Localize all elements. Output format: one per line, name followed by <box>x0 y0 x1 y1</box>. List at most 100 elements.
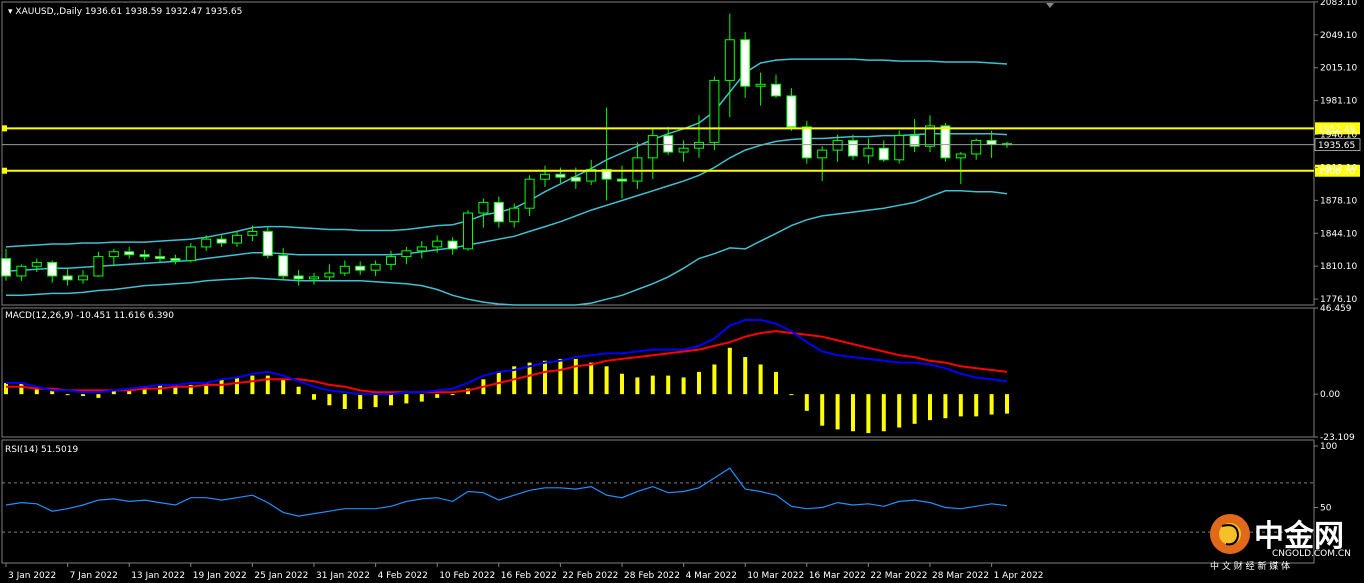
date-tick-label: 22 Feb 2022 <box>562 571 618 581</box>
macd-histogram-bar <box>4 383 8 395</box>
candle-body <box>955 153 966 159</box>
candle-body <box>155 256 165 260</box>
watermark-site: CNGOLD.COM.CN <box>1272 549 1351 559</box>
macd-histogram-bar <box>620 373 624 395</box>
macd-histogram-bar <box>604 366 609 395</box>
dropdown-triangle-icon: ▾ <box>8 7 13 17</box>
candle-body <box>678 147 689 153</box>
watermark-slogan: 中 文 财 经 新 媒 体 <box>1210 560 1290 572</box>
candle-body <box>31 261 42 267</box>
candle-body <box>386 256 396 265</box>
macd-histogram-bar <box>65 394 70 396</box>
candle-body <box>47 261 58 277</box>
macd-header: MACD(12,26,9) -10.451 11.616 6.390 <box>5 311 174 321</box>
macd-histogram-bar <box>928 394 932 421</box>
macd-histogram-bar <box>974 394 979 417</box>
candle-body <box>817 149 828 159</box>
candle-body <box>647 135 658 159</box>
macd-histogram-bar <box>727 347 732 395</box>
macd-histogram-bar <box>250 375 255 395</box>
macd-histogram-bar <box>435 394 440 398</box>
price-tick-label: 2049.10 <box>1320 31 1357 41</box>
candle-body <box>339 265 350 274</box>
candle-body <box>1 258 11 277</box>
candle-body <box>93 256 104 277</box>
candle-body <box>262 230 273 257</box>
candle-body <box>524 178 535 209</box>
candle-body <box>771 83 781 97</box>
date-tick-label: 25 Jan 2022 <box>254 571 308 581</box>
macd-histogram-bar <box>19 383 24 395</box>
macd-histogram-bar <box>296 386 301 395</box>
candle-body <box>293 275 304 280</box>
candle-body <box>663 135 674 153</box>
macd-histogram-bar <box>758 364 763 395</box>
macd-histogram-bar <box>697 371 701 395</box>
candle-body <box>786 95 797 128</box>
date-tick-label: 28 Feb 2022 <box>624 571 680 581</box>
macd-histogram-bar <box>943 394 948 419</box>
macd-histogram-bar <box>389 394 393 406</box>
date-tick-label: 16 Mar 2022 <box>809 571 866 581</box>
candle-body <box>78 275 88 281</box>
date-tick-label: 22 Mar 2022 <box>870 571 927 581</box>
date-tick-label: 16 Feb 2022 <box>501 571 557 581</box>
macd-histogram-bar <box>989 394 994 415</box>
candle-body <box>170 258 181 261</box>
macd-histogram-bar <box>543 360 547 395</box>
candle-body <box>201 238 212 248</box>
candle-body <box>124 251 135 256</box>
date-tick-label: 4 Feb 2022 <box>378 571 428 581</box>
candle-body <box>878 147 889 161</box>
macd-histogram-bar <box>373 394 378 408</box>
level-handle <box>2 167 7 174</box>
chart-background <box>0 0 1364 583</box>
candle-body <box>848 139 858 157</box>
date-tick-label: 1 Apr 2022 <box>994 571 1044 581</box>
macd-histogram-bar <box>789 394 794 396</box>
candle-body <box>278 255 289 277</box>
date-tick-label: 13 Jan 2022 <box>131 571 185 581</box>
candle-body <box>416 246 427 252</box>
macd-histogram-bar <box>897 394 902 428</box>
candle-body <box>62 275 73 281</box>
macd-histogram-bar <box>774 371 778 395</box>
macd-histogram-bar <box>650 375 655 395</box>
macd-histogram-bar <box>820 394 825 426</box>
candle-body <box>509 207 520 223</box>
macd-histogram-bar <box>851 394 855 432</box>
macd-histogram-bar <box>419 394 424 402</box>
candle-body <box>463 212 473 250</box>
candle-body <box>555 173 566 178</box>
candle-body <box>216 238 227 244</box>
price-tick-label: 1981.10 <box>1320 97 1357 107</box>
macd-histogram-bar <box>450 394 455 396</box>
macd-histogram-bar <box>81 394 85 397</box>
macd-histogram-bar <box>281 379 286 395</box>
candle-body <box>740 39 751 87</box>
candle-body <box>632 157 643 182</box>
macd-histogram-bar <box>866 394 871 434</box>
level-handle <box>2 125 7 132</box>
symbol-header: ▾ XAUUSD,,Daily 1936.61 1938.59 1932.47 … <box>8 7 242 17</box>
macd-histogram-bar <box>358 394 363 409</box>
date-tick-label: 4 Mar 2022 <box>686 571 737 581</box>
candle-body <box>401 250 412 258</box>
macd-histogram-bar <box>958 394 963 417</box>
candle-body <box>447 240 458 250</box>
candle-body <box>894 135 905 161</box>
candle-body <box>832 139 843 151</box>
candle <box>894 130 905 164</box>
candle <box>463 210 473 251</box>
macd-tick-label: 0.00 <box>1320 390 1340 400</box>
candle-body <box>185 246 196 261</box>
macd-histogram-bar <box>558 358 563 395</box>
date-tick-label: 10 Feb 2022 <box>439 571 495 581</box>
candle-body <box>370 263 381 271</box>
macd-histogram-bar <box>881 394 886 432</box>
price-tick-label: 1844.10 <box>1320 229 1357 239</box>
macd-histogram-bar <box>1005 394 1009 414</box>
candle-body <box>986 139 997 145</box>
candle-body <box>694 141 704 149</box>
macd-histogram-bar <box>404 394 409 404</box>
